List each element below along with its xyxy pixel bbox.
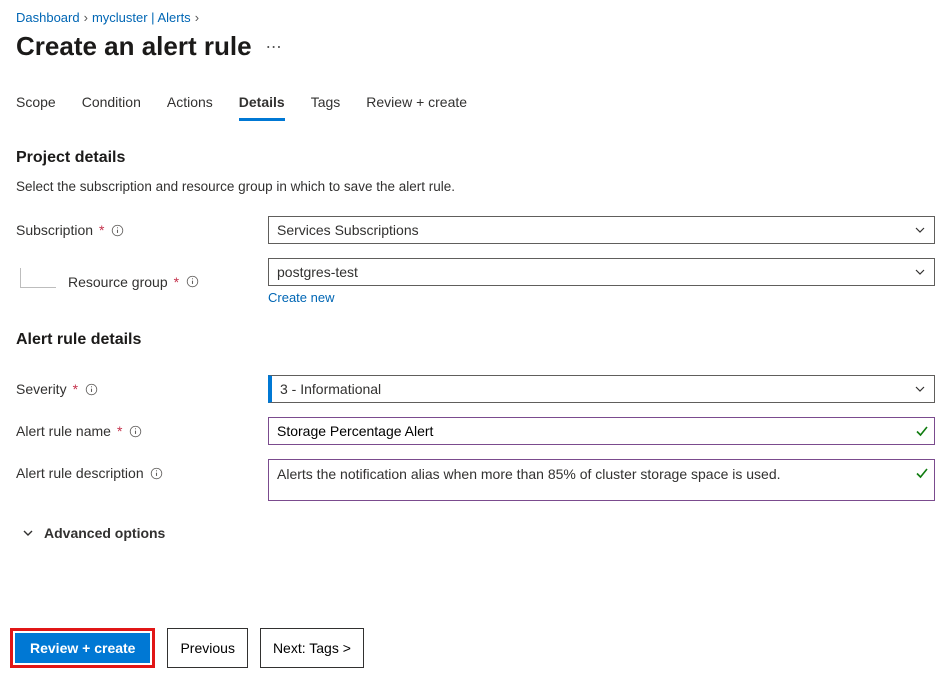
advanced-options-label: Advanced options	[44, 525, 165, 541]
info-icon[interactable]	[150, 466, 164, 480]
tab-details[interactable]: Details	[239, 94, 285, 121]
severity-value: 3 - Informational	[280, 381, 381, 397]
tab-scope[interactable]: Scope	[16, 94, 56, 121]
project-details-heading: Project details	[16, 149, 935, 167]
chevron-down-icon	[914, 224, 926, 236]
alert-rule-name-input[interactable]	[268, 417, 935, 445]
create-new-link[interactable]: Create new	[268, 290, 935, 305]
breadcrumb: Dashboard › mycluster | Alerts ›	[16, 10, 935, 25]
required-indicator: *	[99, 222, 104, 238]
tab-tags[interactable]: Tags	[311, 94, 341, 121]
project-details-desc: Select the subscription and resource gro…	[16, 179, 935, 194]
severity-label: Severity	[16, 381, 67, 397]
chevron-right-icon: ›	[195, 10, 199, 25]
alert-rule-desc-input[interactable]: Alerts the notification alias when more …	[268, 459, 935, 501]
next-button[interactable]: Next: Tags >	[260, 628, 364, 668]
required-indicator: *	[73, 381, 78, 397]
more-options-icon[interactable]: ⋯	[262, 35, 287, 59]
chevron-down-icon	[914, 266, 926, 278]
chevron-down-icon	[22, 527, 34, 539]
severity-dropdown[interactable]: 3 - Informational	[268, 375, 935, 403]
highlight-annotation: Review + create	[10, 628, 155, 668]
hierarchy-indent-icon	[20, 268, 56, 288]
resource-group-dropdown[interactable]: postgres-test	[268, 258, 935, 286]
subscription-value: Services Subscriptions	[277, 222, 419, 238]
resource-group-label: Resource group	[68, 274, 168, 290]
required-indicator: *	[174, 274, 179, 290]
tab-condition[interactable]: Condition	[82, 94, 141, 121]
tab-review[interactable]: Review + create	[366, 94, 467, 121]
review-create-button[interactable]: Review + create	[15, 633, 150, 663]
alert-rule-desc-label: Alert rule description	[16, 465, 144, 481]
tab-actions[interactable]: Actions	[167, 94, 213, 121]
required-indicator: *	[117, 423, 122, 439]
alert-rule-details-heading: Alert rule details	[16, 331, 935, 349]
info-icon[interactable]	[185, 275, 199, 289]
resource-group-value: postgres-test	[277, 264, 358, 280]
advanced-options-toggle[interactable]: Advanced options	[22, 525, 935, 541]
info-icon[interactable]	[111, 223, 125, 237]
subscription-dropdown[interactable]: Services Subscriptions	[268, 216, 935, 244]
alert-rule-name-label: Alert rule name	[16, 423, 111, 439]
info-icon[interactable]	[128, 424, 142, 438]
previous-button[interactable]: Previous	[167, 628, 247, 668]
info-icon[interactable]	[84, 382, 98, 396]
subscription-label: Subscription	[16, 222, 93, 238]
chevron-right-icon: ›	[84, 10, 88, 25]
checkmark-icon	[915, 466, 929, 480]
breadcrumb-dashboard[interactable]: Dashboard	[16, 10, 80, 25]
chevron-down-icon	[914, 383, 926, 395]
breadcrumb-cluster-alerts[interactable]: mycluster | Alerts	[92, 10, 191, 25]
page-title: Create an alert rule	[16, 31, 252, 62]
checkmark-icon	[915, 424, 929, 438]
tabs: Scope Condition Actions Details Tags Rev…	[16, 94, 935, 121]
